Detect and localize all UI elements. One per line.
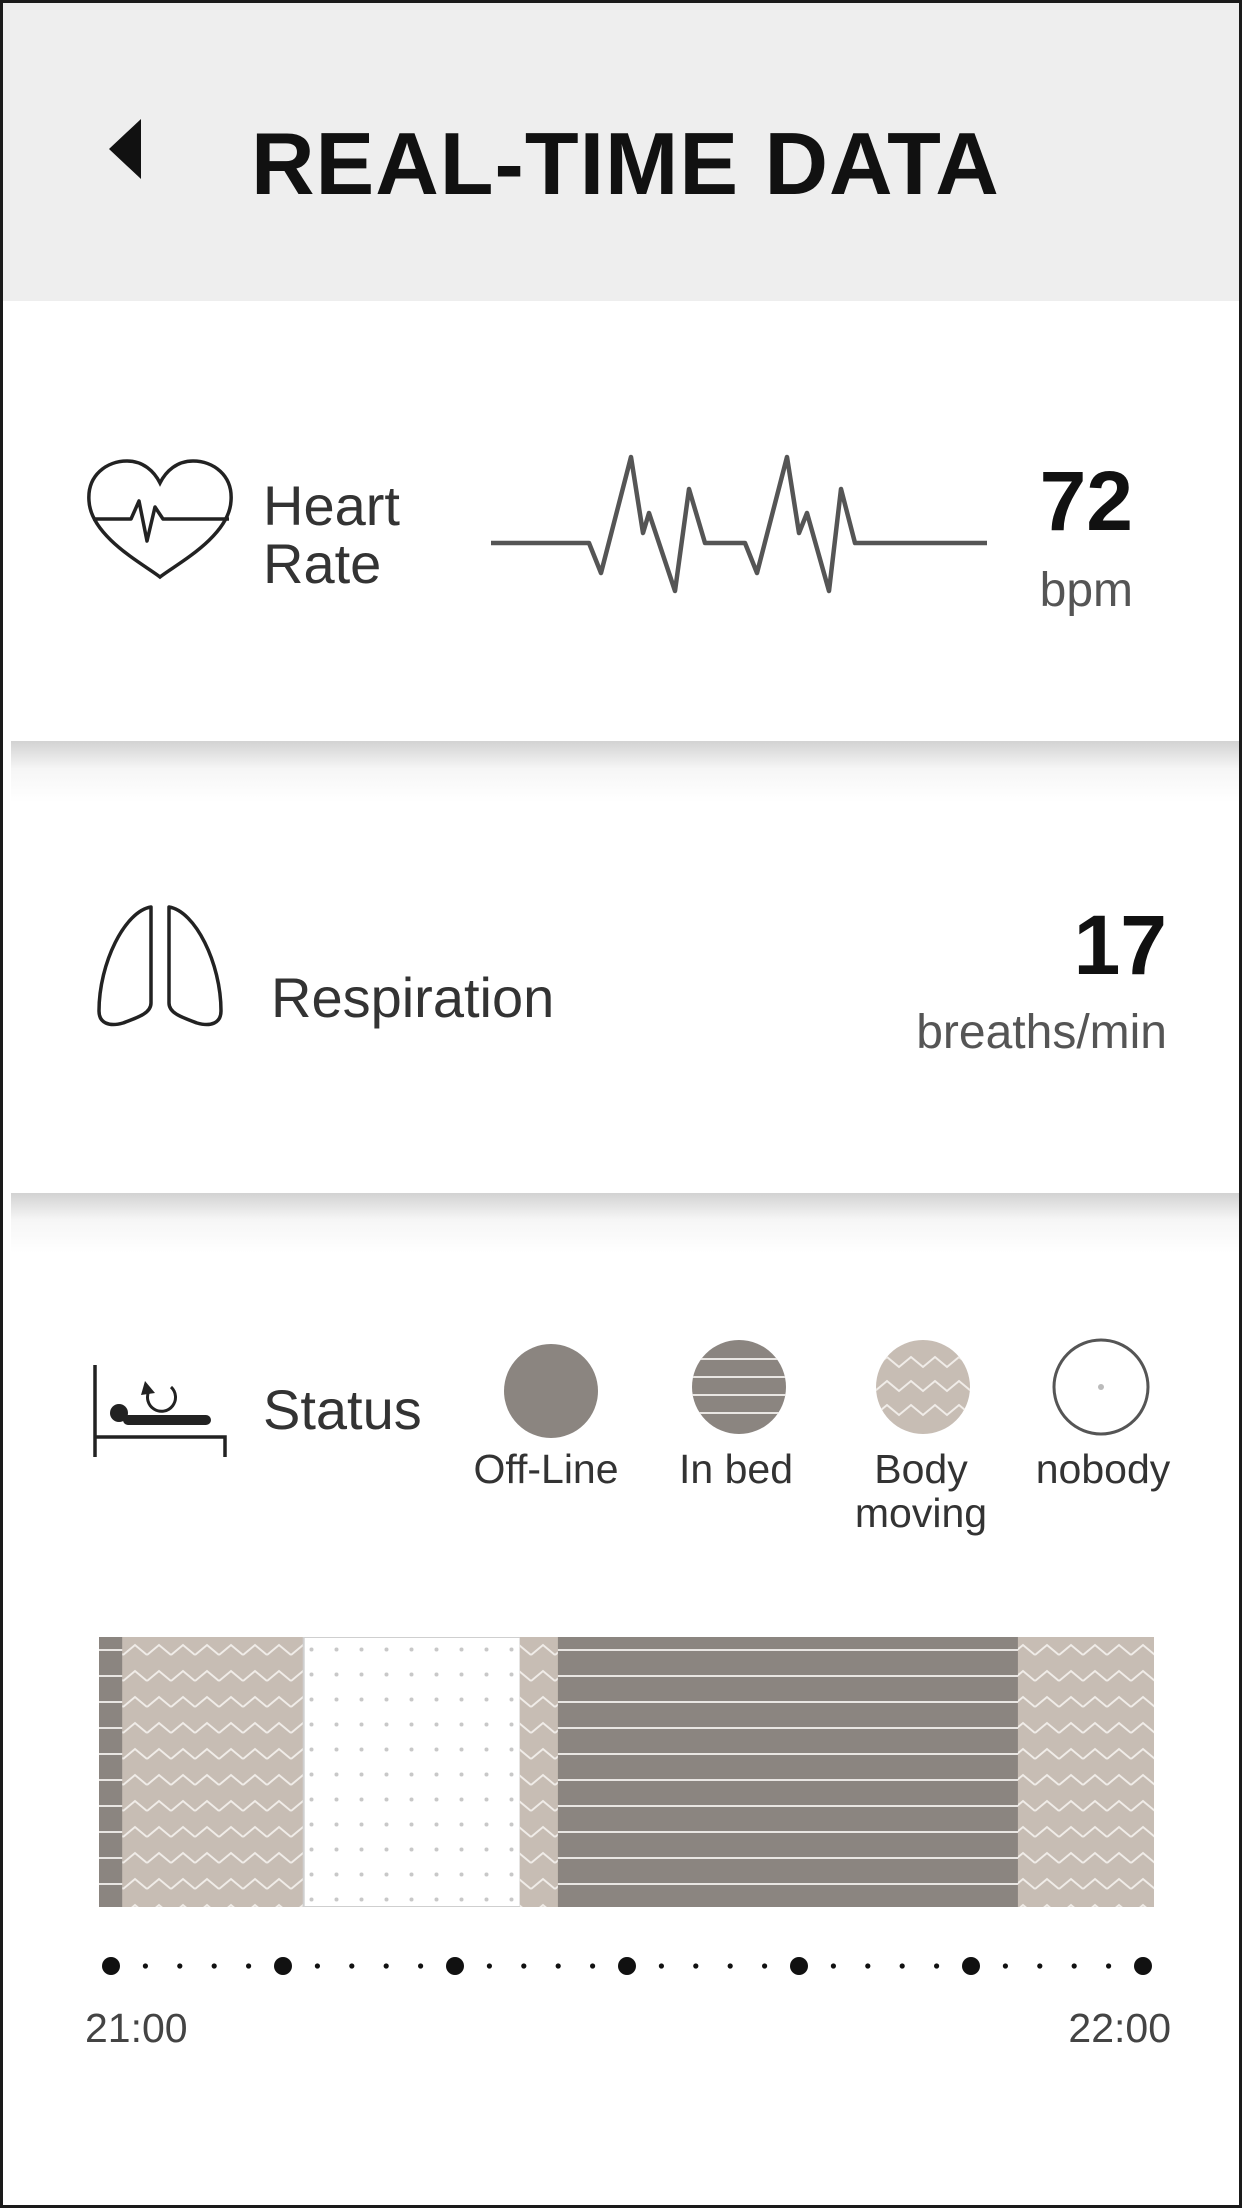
heart-rate-card[interactable]: Heart Rate 72 bpm [3, 301, 1239, 741]
respiration-card[interactable]: Respiration 17 breaths/min [3, 803, 1239, 1193]
timeline-minor-tick [762, 1963, 768, 1969]
timeline-major-tick [962, 1957, 980, 1975]
nobody-legend-icon [1052, 1338, 1150, 1436]
timeline-minor-tick [1002, 1963, 1009, 1969]
heart-rate-unit: bpm [1039, 564, 1133, 617]
app-screen: REAL-TIME DATA Heart Rate 72 bpm Respira… [0, 0, 1242, 2208]
timeline-major-tick [790, 1957, 808, 1975]
timeline-minor-tick [211, 1963, 217, 1969]
timeline-segment-body-moving [1017, 1637, 1154, 1907]
heart-pulse-icon [87, 459, 233, 580]
timeline-minor-tick [314, 1963, 320, 1969]
timeline-minor-tick [1037, 1963, 1043, 1969]
status-label: Status [263, 1378, 422, 1441]
lungs-icon [97, 905, 223, 1027]
timeline-minor-tick [727, 1963, 733, 1969]
timeline-segment-body-moving [519, 1637, 559, 1907]
timeline-minor-tick [830, 1963, 837, 1969]
back-button[interactable] [99, 109, 159, 189]
card-divider [11, 741, 1239, 803]
legend-label-body-moving: Body moving [854, 1446, 988, 1537]
respiration-label: Respiration [271, 966, 555, 1029]
respiration-value: 17 [1073, 898, 1167, 992]
body-moving-legend-icon [876, 1340, 970, 1434]
card-divider [11, 1193, 1239, 1253]
header-bar: REAL-TIME DATA [3, 3, 1239, 301]
timeline-major-tick [274, 1957, 292, 1975]
timeline-minor-tick [693, 1963, 699, 1969]
timeline-minor-tick [177, 1963, 183, 1969]
timeline-minor-tick [590, 1963, 596, 1969]
legend-label-nobody: nobody [1035, 1446, 1171, 1492]
timeline-segment-nobody [302, 1637, 522, 1907]
timeline-segment-in-bed [557, 1637, 1019, 1907]
respiration-unit: breaths/min [916, 1006, 1167, 1059]
timeline-axis [102, 1957, 1152, 1975]
timeline-major-tick [1134, 1957, 1152, 1975]
timeline-major-tick [102, 1957, 120, 1975]
in-bed-legend-icon [692, 1340, 786, 1434]
legend-label-in-bed: In bed [679, 1446, 793, 1492]
legend-label-offline: Off-Line [473, 1446, 619, 1492]
timeline-major-tick [446, 1957, 464, 1975]
timeline-segment-in-bed [99, 1637, 123, 1907]
heart-rate-label: Heart Rate [263, 474, 400, 595]
timeline-minor-tick [865, 1963, 871, 1969]
status-timeline [99, 1637, 1154, 1907]
timeline-minor-tick [418, 1963, 424, 1969]
offline-legend-icon [504, 1344, 598, 1438]
timeline-minor-tick [486, 1963, 492, 1969]
heart-rate-waveform [491, 454, 987, 594]
timeline-end-label: 22:00 [1068, 2005, 1171, 2051]
timeline-minor-tick [658, 1963, 665, 1969]
page-title: REAL-TIME DATA [251, 114, 1000, 213]
timeline-major-tick [618, 1957, 636, 1975]
timeline-minor-tick [1106, 1963, 1112, 1969]
timeline-minor-tick [383, 1963, 389, 1969]
timeline-minor-tick [246, 1963, 252, 1969]
caret-left-icon [109, 119, 141, 179]
timeline-minor-tick [349, 1963, 355, 1969]
bed-icon [93, 1365, 227, 1457]
heart-rate-value: 72 [1039, 454, 1133, 548]
timeline-minor-tick [1071, 1963, 1077, 1969]
timeline-minor-tick [555, 1963, 561, 1969]
timeline-segment-body-moving [122, 1637, 305, 1907]
timeline-minor-tick [934, 1963, 940, 1969]
timeline-minor-tick [142, 1963, 148, 1969]
timeline-minor-tick [899, 1963, 905, 1969]
timeline-minor-tick [521, 1963, 527, 1969]
timeline-start-label: 21:00 [85, 2005, 188, 2051]
